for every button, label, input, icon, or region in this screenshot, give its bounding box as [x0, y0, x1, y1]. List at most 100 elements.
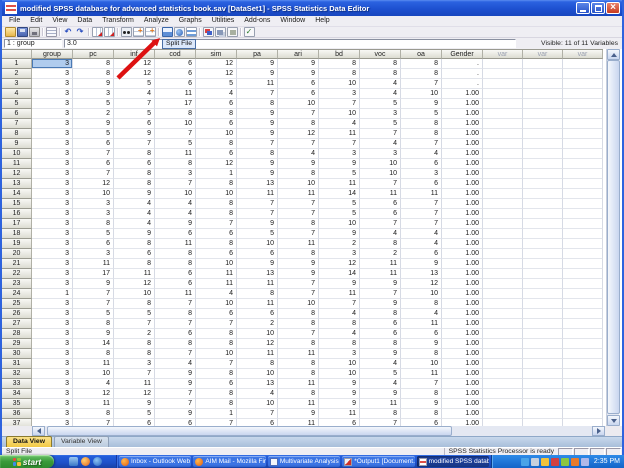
- cell[interactable]: 11: [319, 129, 360, 139]
- row-number[interactable]: 29: [2, 339, 32, 349]
- cell[interactable]: 1.00: [442, 209, 483, 219]
- cell[interactable]: 12: [114, 59, 155, 69]
- row-number[interactable]: 30: [2, 349, 32, 359]
- cell[interactable]: [523, 379, 563, 389]
- scroll-up-button[interactable]: [607, 49, 620, 60]
- cell[interactable]: [483, 209, 523, 219]
- cell[interactable]: 6: [360, 329, 401, 339]
- cell[interactable]: [523, 359, 563, 369]
- column-header-inf[interactable]: inf: [114, 50, 155, 59]
- cell[interactable]: 12: [196, 159, 237, 169]
- cell[interactable]: 8: [278, 319, 319, 329]
- cell[interactable]: 10: [196, 259, 237, 269]
- cell[interactable]: 3: [32, 409, 73, 419]
- cell[interactable]: [523, 299, 563, 309]
- cell[interactable]: [563, 219, 603, 229]
- cell[interactable]: 4: [196, 89, 237, 99]
- horizontal-scroll-track[interactable]: [45, 426, 592, 436]
- cell[interactable]: 11: [278, 349, 319, 359]
- cell[interactable]: 9: [360, 279, 401, 289]
- cell[interactable]: 3: [73, 209, 114, 219]
- cell[interactable]: 6: [73, 139, 114, 149]
- row-number[interactable]: 22: [2, 269, 32, 279]
- cell[interactable]: [483, 89, 523, 99]
- cell[interactable]: 6: [401, 249, 442, 259]
- row-number[interactable]: 27: [2, 319, 32, 329]
- cell[interactable]: [483, 119, 523, 129]
- cell[interactable]: 5: [73, 129, 114, 139]
- cell[interactable]: [523, 159, 563, 169]
- menu-view[interactable]: View: [47, 16, 72, 26]
- cell[interactable]: [483, 149, 523, 159]
- cell[interactable]: [483, 189, 523, 199]
- cell[interactable]: 3: [73, 199, 114, 209]
- row-number[interactable]: 11: [2, 159, 32, 169]
- cell[interactable]: 2: [237, 319, 278, 329]
- cell[interactable]: 3: [32, 129, 73, 139]
- column-header-var[interactable]: var: [523, 50, 563, 59]
- cell[interactable]: 10: [73, 369, 114, 379]
- cell[interactable]: 8: [237, 289, 278, 299]
- cell[interactable]: 8: [155, 249, 196, 259]
- cell[interactable]: 9: [319, 379, 360, 389]
- cell[interactable]: 9: [73, 329, 114, 339]
- cell[interactable]: [523, 259, 563, 269]
- cell[interactable]: 1.00: [442, 409, 483, 419]
- cell[interactable]: [483, 169, 523, 179]
- redo-icon[interactable]: [75, 27, 86, 37]
- cell[interactable]: 3: [32, 319, 73, 329]
- cell[interactable]: 10: [278, 179, 319, 189]
- cell[interactable]: 11: [196, 279, 237, 289]
- cell[interactable]: [483, 309, 523, 319]
- cell[interactable]: 1.00: [442, 239, 483, 249]
- cell[interactable]: 7: [73, 169, 114, 179]
- cell[interactable]: 2: [114, 329, 155, 339]
- cell[interactable]: 8: [278, 169, 319, 179]
- cell[interactable]: 10: [73, 189, 114, 199]
- cell[interactable]: 6: [401, 419, 442, 426]
- cell[interactable]: [563, 79, 603, 89]
- cell[interactable]: 1.00: [442, 159, 483, 169]
- tab-variable-view[interactable]: Variable View: [54, 436, 109, 447]
- cell[interactable]: 7: [114, 99, 155, 109]
- row-number[interactable]: 15: [2, 199, 32, 209]
- cell[interactable]: [483, 399, 523, 409]
- cell[interactable]: 6: [360, 319, 401, 329]
- cell[interactable]: 9: [278, 69, 319, 79]
- cell[interactable]: 11: [73, 259, 114, 269]
- cell[interactable]: 3: [401, 169, 442, 179]
- cell[interactable]: 8: [196, 109, 237, 119]
- cell[interactable]: 6: [360, 199, 401, 209]
- menu-transform[interactable]: Transform: [97, 16, 139, 26]
- cell[interactable]: 4: [319, 119, 360, 129]
- cell[interactable]: 13: [237, 379, 278, 389]
- cell[interactable]: [523, 419, 563, 426]
- taskbar-task[interactable]: Multivariate Analysis ...: [267, 456, 341, 467]
- cell[interactable]: 9: [114, 189, 155, 199]
- cell[interactable]: [563, 179, 603, 189]
- cell[interactable]: 9: [401, 259, 442, 269]
- cell[interactable]: 9: [114, 129, 155, 139]
- cell[interactable]: [563, 209, 603, 219]
- cell[interactable]: 3: [32, 169, 73, 179]
- cell[interactable]: 5: [360, 99, 401, 109]
- cell[interactable]: 9: [237, 109, 278, 119]
- cell[interactable]: 3: [32, 279, 73, 289]
- cell[interactable]: [563, 109, 603, 119]
- cell[interactable]: 7: [196, 359, 237, 369]
- row-number[interactable]: 14: [2, 189, 32, 199]
- cell[interactable]: 8: [196, 209, 237, 219]
- cell[interactable]: 7: [196, 219, 237, 229]
- cell[interactable]: 11: [73, 359, 114, 369]
- cell[interactable]: [563, 359, 603, 369]
- cell[interactable]: 6: [196, 229, 237, 239]
- cell[interactable]: [483, 369, 523, 379]
- cell[interactable]: 7: [114, 319, 155, 329]
- cell[interactable]: [563, 269, 603, 279]
- cell[interactable]: [483, 409, 523, 419]
- cell[interactable]: 4: [73, 379, 114, 389]
- cell[interactable]: 1.00: [442, 179, 483, 189]
- cell[interactable]: 10: [319, 219, 360, 229]
- cell[interactable]: [483, 379, 523, 389]
- cell[interactable]: 6: [237, 249, 278, 259]
